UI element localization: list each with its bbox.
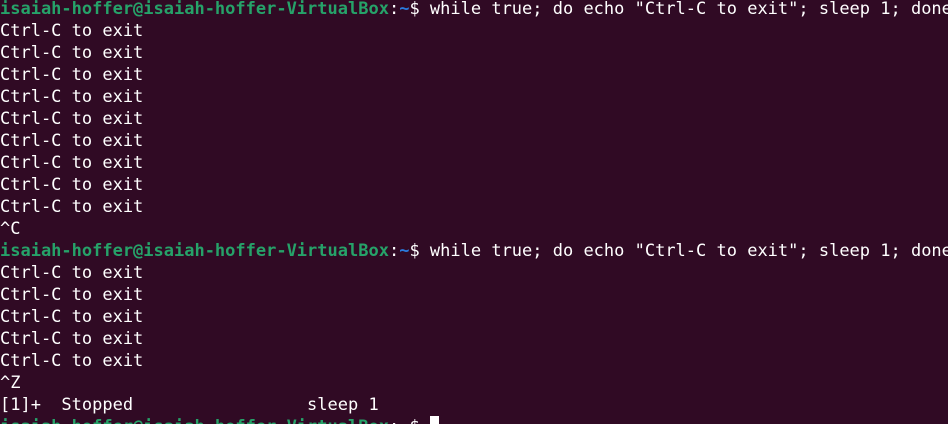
prompt-path: ~ [399, 241, 410, 261]
terminal-window[interactable]: isaiah-hoffer@isaiah-hoffer-VirtualBox:~… [0, 0, 948, 424]
prompt-path: ~ [399, 417, 409, 424]
prompt-user-host: isaiah-hoffer@isaiah-hoffer-VirtualBox [0, 417, 389, 424]
prompt-separator: : [388, 0, 400, 19]
prompt-separator: : [388, 241, 400, 261]
output-line: Ctrl-C to exit [0, 43, 144, 63]
output-line: Ctrl-C to exit [0, 307, 144, 327]
output-line: Ctrl-C to exit [0, 329, 144, 349]
prompt-symbol: $ [409, 417, 429, 424]
output-line: Ctrl-C to exit [0, 263, 144, 283]
output-line: Ctrl-C to exit [0, 65, 144, 85]
terminal-prompt-line: isaiah-hoffer@isaiah-hoffer-VirtualBox:~… [0, 0, 948, 20]
output-line: Ctrl-C to exit [0, 109, 144, 129]
command-text: while true; do echo "Ctrl-C to exit"; sl… [429, 0, 948, 19]
interrupt-line: ^C [0, 219, 21, 239]
suspend-line: ^Z [0, 373, 21, 393]
prompt-symbol: $ [409, 0, 430, 19]
output-line: Ctrl-C to exit [0, 21, 144, 41]
prompt-path: ~ [399, 0, 410, 19]
prompt-user-host: isaiah-hoffer@isaiah-hoffer-VirtualBox [0, 0, 389, 19]
output-line: Ctrl-C to exit [0, 197, 144, 217]
prompt-user-host: isaiah-hoffer@isaiah-hoffer-VirtualBox [0, 241, 389, 261]
terminal-prompt-line: isaiah-hoffer@isaiah-hoffer-VirtualBox:~… [0, 240, 948, 262]
command-text: while true; do echo "Ctrl-C to exit"; sl… [429, 241, 948, 261]
prompt-symbol: $ [409, 241, 430, 261]
job-status-line: [1]+ Stopped sleep 1 [0, 395, 379, 415]
text-cursor [429, 416, 439, 424]
output-line: Ctrl-C to exit [0, 131, 144, 151]
output-line: Ctrl-C to exit [0, 87, 144, 107]
terminal-prompt-line[interactable]: isaiah-hoffer@isaiah-hoffer-VirtualBox:~… [0, 416, 439, 424]
output-line: Ctrl-C to exit [0, 153, 144, 173]
output-line: Ctrl-C to exit [0, 175, 144, 195]
prompt-separator: : [389, 417, 399, 424]
output-line: Ctrl-C to exit [0, 285, 144, 305]
output-line: Ctrl-C to exit [0, 351, 144, 371]
